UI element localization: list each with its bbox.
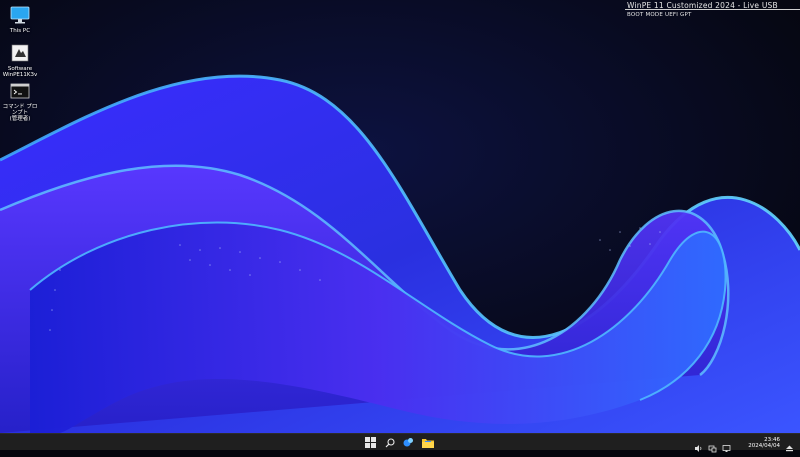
desktop-icon-command-prompt[interactable]: コマンド プロンプト (管理者)	[0, 80, 40, 122]
desktop-icon-label: This PC	[9, 28, 31, 34]
wallpaper	[0, 0, 800, 433]
network-icon[interactable]	[708, 438, 717, 453]
speaker-icon[interactable]	[694, 438, 703, 452]
boot-info: WinPE 11 Customized 2024 - Live USB BOOT…	[627, 1, 778, 20]
start-button[interactable]	[363, 435, 378, 450]
desktop-icon-this-pc[interactable]: This PC	[0, 4, 40, 34]
boot-mode-label: BOOT MODE UEFI GPT	[627, 12, 692, 18]
boot-info-title: WinPE 11 Customized 2024 - Live USB	[627, 1, 778, 10]
eject-icon[interactable]	[785, 438, 794, 452]
desktop-icon-software[interactable]: Software WinPE11K3v	[0, 42, 40, 78]
system-tray: 23:46 2024/04/04	[694, 435, 794, 453]
desktop-icon-label: コマンド プロンプト (管理者)	[2, 104, 38, 122]
computer-monitor-icon	[9, 4, 31, 26]
app-icon	[403, 438, 413, 447]
search-icon	[385, 437, 395, 447]
taskbar: 23:46 2024/04/04	[0, 433, 800, 453]
desktop[interactable]: WinPE 11 Customized 2024 - Live USB BOOT…	[0, 0, 800, 433]
software-icon	[9, 42, 31, 64]
command-prompt-icon	[9, 80, 31, 102]
windows-logo-icon	[365, 437, 376, 448]
desktop-icon-label: Software WinPE11K3v	[2, 66, 38, 78]
clock-date: 2024/04/04	[748, 442, 780, 449]
clock[interactable]: 23:46 2024/04/04	[748, 437, 780, 449]
app-button[interactable]	[401, 435, 416, 450]
display-icon[interactable]	[722, 438, 731, 452]
file-explorer-button[interactable]	[420, 435, 435, 450]
search-button[interactable]	[382, 435, 397, 450]
taskbar-apps	[363, 435, 435, 450]
folder-icon	[421, 438, 434, 448]
